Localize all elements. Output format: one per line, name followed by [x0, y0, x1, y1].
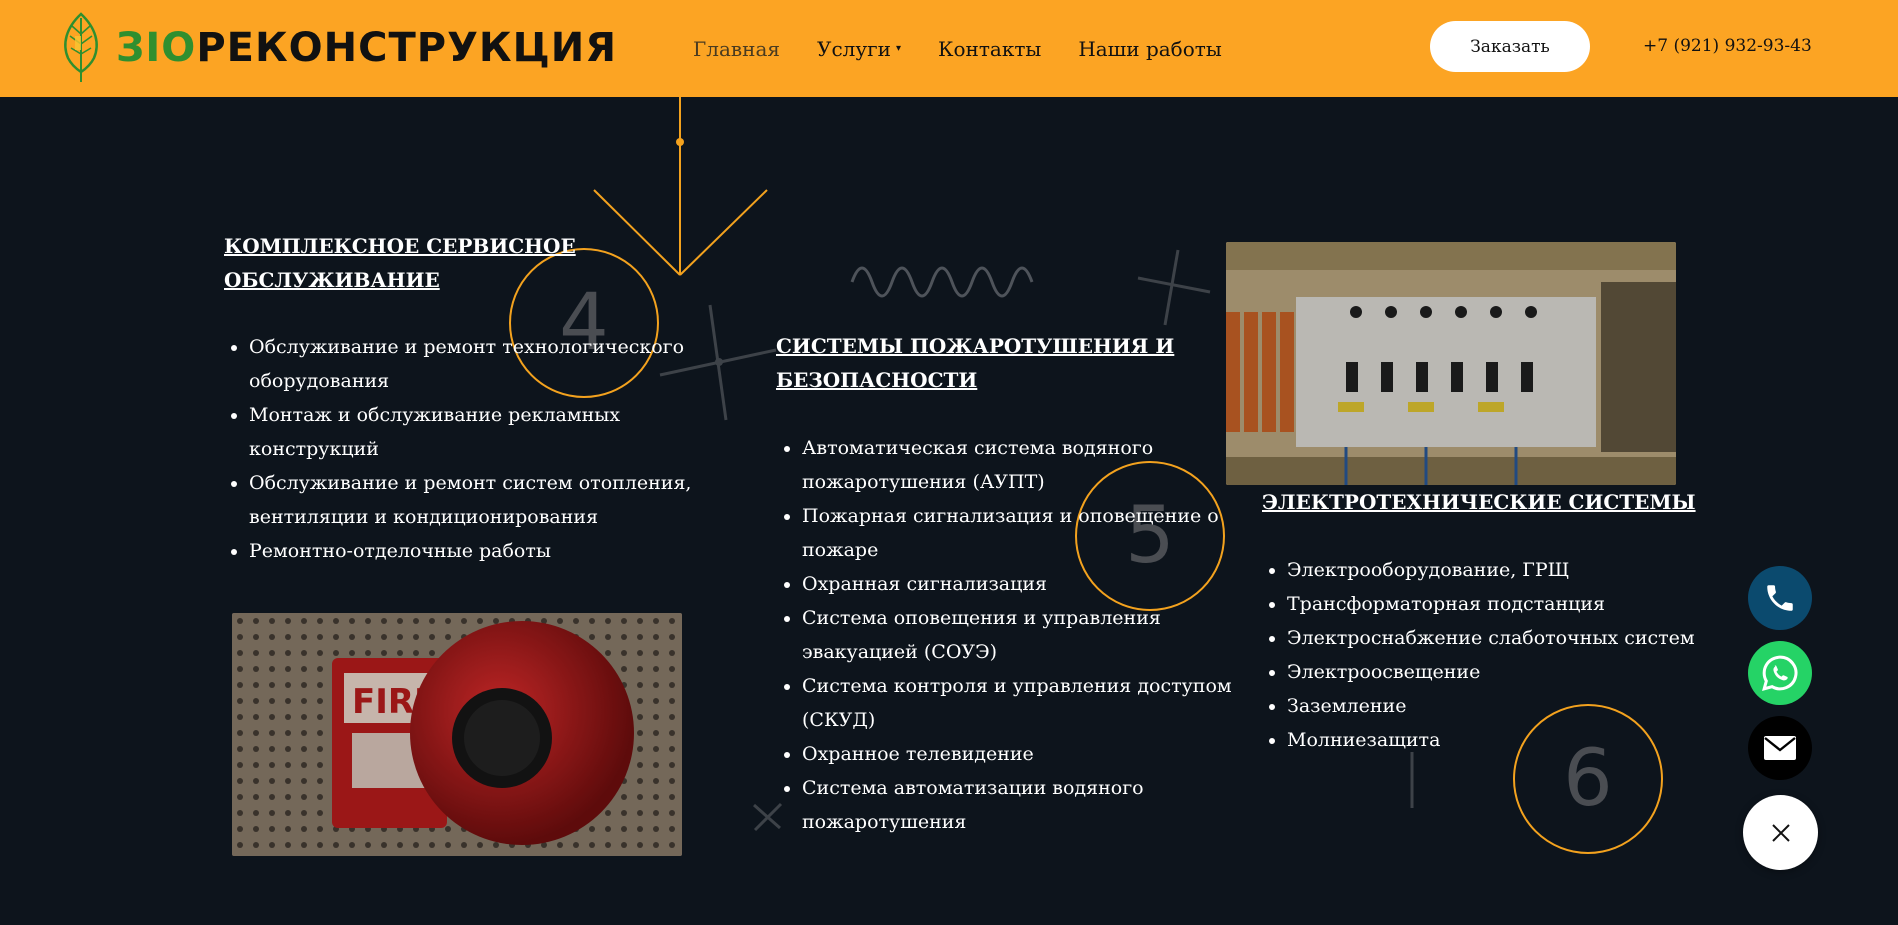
list-item: Обслуживание и ремонт систем отопления, …: [249, 466, 719, 534]
list-item: Монтаж и обслуживание рекламных конструк…: [249, 398, 719, 466]
main-nav: Главная Услуги ▾ Контакты Наши работы: [693, 0, 1259, 97]
fire-alarm-bell-illustration: FIRE: [232, 613, 682, 856]
nav-services[interactable]: Услуги ▾: [817, 37, 901, 61]
site-header: ЗIОРЕКОНСТРУКЦИЯ Главная Услуги ▾ Контакт…: [0, 0, 1898, 97]
section-title-service-line2: ОБСЛУЖИВАНИЕ: [224, 268, 440, 292]
nav-home-label: Главная: [693, 36, 781, 61]
list-item: Молниезащита: [1287, 723, 1717, 757]
mail-button[interactable]: [1748, 716, 1812, 780]
section-title-service-line1: КОМПЛЕКСНОЕ СЕРВИСНОЕ: [224, 234, 576, 258]
nav-contacts-label: Контакты: [937, 36, 1042, 61]
nav-works[interactable]: Наши работы: [1078, 37, 1221, 61]
list-item: Электроснабжение слаботочных систем: [1287, 621, 1717, 655]
section-title-electrical[interactable]: ЭЛЕКТРОТЕХНИЧЕСКИЕ СИСТЕМЫ: [1262, 485, 1696, 519]
list-item: Обслуживание и ремонт технологического о…: [249, 330, 719, 398]
list-item: Трансформаторная подстанция: [1287, 587, 1717, 621]
close-widget-button[interactable]: [1743, 795, 1818, 870]
whatsapp-icon: [1762, 655, 1798, 691]
nav-home[interactable]: Главная: [693, 37, 780, 61]
section-title-service[interactable]: КОМПЛЕКСНОЕ СЕРВИСНОЕ ОБСЛУЖИВАНИЕ: [224, 229, 576, 297]
electrical-panel-photo: [1226, 242, 1676, 485]
electrical-panel-illustration: [1226, 242, 1676, 485]
section-title-electrical-line1: ЭЛЕКТРОТЕХНИЧЕСКИЕ СИСТЕМЫ: [1262, 490, 1696, 514]
list-item: Электроосвещение: [1287, 655, 1717, 689]
logo-text-bio: ЗIО: [116, 25, 197, 71]
nav-works-label: Наши работы: [1078, 36, 1222, 61]
list-item: Ремонтно-отделочные работы: [249, 534, 719, 568]
list-item: Система автоматизации водяного пожаротуш…: [802, 771, 1232, 839]
fire-safety-list: Автоматическая система водяного пожароту…: [777, 431, 1232, 839]
list-item: Охранная сигнализация: [802, 567, 1232, 601]
electrical-list: Электрооборудование, ГРЩ Трансформаторна…: [1262, 553, 1717, 757]
phone-icon: [1767, 585, 1793, 611]
logo-text-main: РЕКОНСТРУКЦИЯ: [196, 25, 618, 71]
whatsapp-button[interactable]: [1748, 641, 1812, 705]
close-icon: [1771, 823, 1790, 842]
list-item: Автоматическая система водяного пожароту…: [802, 431, 1232, 499]
list-item: Пожарная сигнализация и оповещение о пож…: [802, 499, 1232, 567]
list-item: Система контроля и управления доступом (…: [802, 669, 1232, 737]
logo[interactable]: ЗIОРЕКОНСТРУКЦИЯ: [58, 12, 617, 84]
list-item: Охранное телевидение: [802, 737, 1232, 771]
logo-text: ЗIОРЕКОНСТРУКЦИЯ: [116, 25, 617, 71]
nav-contacts[interactable]: Контакты: [938, 37, 1041, 61]
leaf-logo-icon: [64, 12, 98, 82]
service-list: Обслуживание и ремонт технологического о…: [224, 330, 719, 568]
list-item: Система оповещения и управления эвакуаци…: [802, 601, 1232, 669]
chevron-down-icon: ▾: [895, 43, 901, 54]
nav-services-label: Услуги: [817, 36, 891, 61]
mail-icon: [1764, 736, 1796, 760]
section-title-fire-safety-line2: БЕЗОПАСНОСТИ: [776, 368, 978, 392]
list-item: Электрооборудование, ГРЩ: [1287, 553, 1717, 587]
order-button[interactable]: Заказать: [1430, 21, 1590, 72]
list-item: Заземление: [1287, 689, 1717, 723]
section-title-fire-safety-line1: СИСТЕМЫ ПОЖАРОТУШЕНИЯ И: [776, 334, 1175, 358]
section-title-fire-safety[interactable]: СИСТЕМЫ ПОЖАРОТУШЕНИЯ И БЕЗОПАСНОСТИ: [776, 329, 1174, 397]
fire-alarm-photo: FIRE: [232, 613, 682, 856]
header-phone-link[interactable]: +7 (921) 932-93-43: [1643, 36, 1812, 56]
call-button[interactable]: [1748, 566, 1812, 630]
